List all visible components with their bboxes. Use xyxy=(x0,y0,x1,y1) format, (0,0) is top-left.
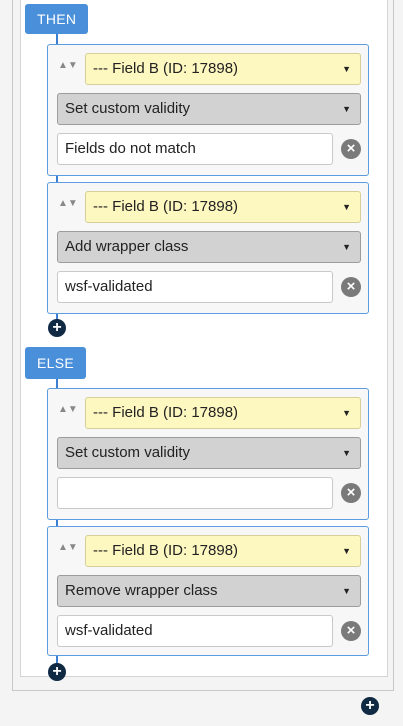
chevron-down-icon: ▼ xyxy=(342,586,351,596)
action-value-input[interactable]: Fields do not match xyxy=(57,133,333,165)
then-badge: THEN xyxy=(25,4,89,34)
then-action-card-2: ▲▼ --- Field B (ID: 17898) ▼ Add wrapper… xyxy=(47,182,369,314)
action-select[interactable]: Set custom validity ▼ xyxy=(57,437,361,469)
sort-handle-icon[interactable]: ▲▼ xyxy=(58,535,78,567)
chevron-down-icon: ▼ xyxy=(342,104,351,114)
add-else-action-icon[interactable]: + xyxy=(48,663,66,681)
action-select-value: Remove wrapper class xyxy=(65,582,218,599)
action-value-input[interactable]: wsf-validated xyxy=(57,615,333,647)
field-select[interactable]: --- Field B (ID: 17898) ▼ xyxy=(85,191,361,223)
else-badge: ELSE xyxy=(25,347,86,379)
chevron-down-icon: ▼ xyxy=(342,448,351,458)
sort-handle-icon[interactable]: ▲▼ xyxy=(58,53,78,85)
chevron-down-icon: ▼ xyxy=(342,408,351,418)
field-select[interactable]: --- Field B (ID: 17898) ▼ xyxy=(85,53,361,85)
field-select-value: --- Field B (ID: 17898) xyxy=(93,198,239,215)
action-select[interactable]: Add wrapper class ▼ xyxy=(57,231,361,263)
remove-action-icon[interactable]: × xyxy=(341,277,361,297)
action-select[interactable]: Set custom validity ▼ xyxy=(57,93,361,125)
remove-action-icon[interactable]: × xyxy=(341,139,361,159)
sort-handle-icon[interactable]: ▲▼ xyxy=(58,191,78,223)
remove-action-icon[interactable]: × xyxy=(341,483,361,503)
action-value-input[interactable]: wsf-validated xyxy=(57,271,333,303)
action-select-value: Set custom validity xyxy=(65,100,191,117)
field-select-value: --- Field B (ID: 17898) xyxy=(93,404,239,421)
field-select[interactable]: --- Field B (ID: 17898) ▼ xyxy=(85,535,361,567)
chevron-down-icon: ▼ xyxy=(342,202,351,212)
chevron-down-icon: ▼ xyxy=(342,546,351,556)
then-action-card-1: ▲▼ --- Field B (ID: 17898) ▼ Set custom … xyxy=(47,44,369,176)
sort-handle-icon[interactable]: ▲▼ xyxy=(58,397,78,429)
chevron-down-icon: ▼ xyxy=(342,64,351,74)
action-select-value: Add wrapper class xyxy=(65,238,189,255)
field-select[interactable]: --- Field B (ID: 17898) ▼ xyxy=(85,397,361,429)
add-then-action-icon[interactable]: + xyxy=(48,319,66,337)
action-value-input[interactable] xyxy=(57,477,333,509)
action-select-value: Set custom validity xyxy=(65,444,191,461)
action-select[interactable]: Remove wrapper class ▼ xyxy=(57,575,361,607)
else-action-card-1: ▲▼ --- Field B (ID: 17898) ▼ Set custom … xyxy=(47,388,369,520)
else-action-card-2: ▲▼ --- Field B (ID: 17898) ▼ Remove wrap… xyxy=(47,526,369,656)
field-select-value: --- Field B (ID: 17898) xyxy=(93,60,239,77)
add-condition-group-icon[interactable]: + xyxy=(361,697,379,715)
chevron-down-icon: ▼ xyxy=(342,242,351,252)
field-select-value: --- Field B (ID: 17898) xyxy=(93,542,239,559)
remove-action-icon[interactable]: × xyxy=(341,621,361,641)
